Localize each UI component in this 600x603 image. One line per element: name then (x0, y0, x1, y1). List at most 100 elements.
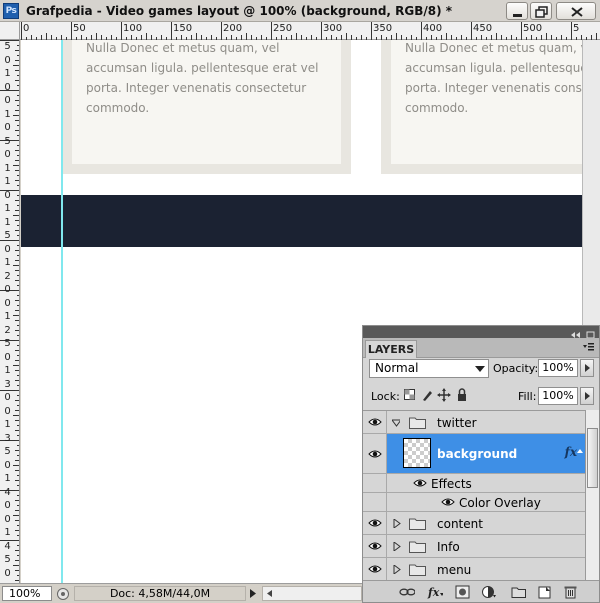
ruler-origin-corner[interactable] (0, 22, 20, 40)
ruler-label: 0 (4, 189, 11, 201)
zoom-level-field[interactable]: 100% (2, 586, 52, 601)
ruler-label: 1 (4, 527, 11, 538)
panel-header-bar[interactable] (363, 326, 599, 339)
restore-button[interactable] (530, 2, 552, 20)
layer-row-background[interactable]: background fx (363, 434, 585, 474)
ruler-label: 5 (4, 554, 11, 565)
ruler-label: 0 (4, 81, 11, 93)
ruler-label: 1 (4, 68, 11, 79)
fill-input[interactable]: 100% (538, 387, 578, 405)
eye-icon (368, 418, 382, 426)
add-mask-icon[interactable] (455, 585, 471, 599)
ruler-label: 0 (4, 122, 11, 133)
layer-row-info[interactable]: Info (363, 535, 585, 558)
layer-row-content[interactable]: content (363, 512, 585, 535)
ruler-label: 5 (573, 23, 580, 34)
ruler-label: 1 (4, 162, 11, 174)
lock-image-pixels-icon[interactable] (420, 388, 434, 402)
content-card: Nulla Donec et metus quam, vel accumsan … (62, 40, 351, 174)
ruler-label: 0 (4, 513, 11, 525)
layer-thumbnail[interactable] (403, 438, 431, 468)
ruler-label: 0 (4, 459, 11, 471)
ruler-label: 0 (23, 23, 30, 34)
ruler-label: 0 (4, 95, 11, 106)
ruler-label: 0 (4, 405, 11, 417)
chevron-right-icon[interactable] (393, 519, 401, 528)
layer-name: Info (437, 540, 460, 554)
scroll-left-arrow-icon[interactable] (264, 587, 276, 600)
dark-header-band (21, 195, 582, 247)
ruler-label: 0 (4, 567, 11, 579)
effects-label: Effects (431, 477, 472, 491)
horizontal-scrollbar[interactable] (262, 586, 362, 601)
minimize-button[interactable] (506, 2, 528, 20)
ruler-label: 4 (4, 486, 11, 498)
lock-transparency-icon[interactable] (403, 388, 417, 402)
ruler-label: 0 (4, 54, 11, 66)
folder-icon (409, 541, 426, 553)
visibility-toggle[interactable] (363, 411, 387, 433)
title-bar[interactable]: Ps Grafpedia - Video games layout @ 100%… (0, 0, 600, 22)
horizontal-ruler[interactable]: 0 50 100 150 200 250 300 350 400 450 500… (0, 22, 600, 40)
eye-icon[interactable] (413, 478, 427, 488)
new-group-folder-icon[interactable] (511, 585, 527, 599)
layer-row-menu[interactable]: menu (363, 558, 585, 580)
eye-icon (368, 450, 382, 458)
restore-icon (535, 6, 548, 18)
layers-scrollbar-thumb[interactable] (587, 428, 598, 488)
ruler-label: 0 (4, 243, 11, 255)
tab-layers[interactable]: LAYERS (365, 340, 417, 358)
trash-icon[interactable] (563, 585, 579, 599)
svg-text:fx: fx (427, 586, 440, 599)
opacity-slider-button[interactable] (580, 359, 594, 377)
ruler-label: 50 (73, 23, 86, 34)
ruler-label: 1 (4, 216, 11, 228)
eye-icon[interactable] (441, 497, 455, 507)
blend-mode-value: Normal (375, 361, 419, 375)
chevron-up-icon[interactable] (576, 447, 584, 455)
layer-name: content (437, 517, 483, 531)
chevron-right-icon[interactable] (393, 565, 401, 574)
ruler-label: 5 (4, 135, 11, 147)
eye-icon (368, 542, 382, 550)
chevron-right-icon[interactable] (393, 542, 401, 551)
lock-position-icon[interactable] (437, 388, 451, 402)
ruler-label: 3 (4, 378, 11, 390)
folder-icon (409, 417, 426, 429)
adjustment-layer-icon[interactable] (481, 585, 497, 599)
status-menu-arrow-icon[interactable] (246, 586, 260, 601)
folder-icon (409, 518, 426, 530)
visibility-toggle[interactable] (363, 512, 387, 534)
close-button[interactable] (556, 2, 596, 20)
color-overlay-row[interactable]: Color Overlay (363, 493, 585, 512)
photoshop-app-icon[interactable]: Ps (3, 3, 19, 19)
ruler-label: 1 (4, 108, 11, 120)
ruler-label: 500 (523, 23, 543, 34)
ruler-label: 1 (4, 203, 11, 214)
opacity-input[interactable]: 100% (538, 359, 578, 377)
guide-line[interactable] (61, 40, 63, 583)
link-layers-icon[interactable] (399, 585, 415, 599)
ruler-label: 3 (4, 432, 11, 444)
layers-scrollbar[interactable] (585, 410, 599, 580)
ruler-label: 1 (4, 257, 11, 268)
panel-menu-icon[interactable] (581, 341, 595, 353)
blend-mode-select[interactable]: Normal (369, 359, 489, 378)
layer-name: menu (437, 563, 472, 577)
new-layer-icon[interactable] (537, 585, 553, 599)
card-text: Nulla Donec et metus quam, vel accumsan … (86, 41, 319, 115)
visibility-toggle[interactable] (363, 535, 387, 557)
layer-row-twitter[interactable]: twitter (363, 411, 585, 434)
lock-all-icon[interactable] (455, 388, 469, 402)
vertical-ruler[interactable]: 5010010501101150120012501300135014001450 (0, 40, 20, 583)
layer-effects-row[interactable]: Effects (363, 474, 585, 493)
visibility-toggle[interactable] (363, 434, 387, 473)
ruler-label: 0 (4, 392, 11, 403)
chevron-down-icon[interactable] (392, 418, 400, 427)
ruler-label: 5 (4, 41, 11, 52)
status-info-icon[interactable] (56, 587, 70, 601)
fill-label: Fill: (518, 390, 537, 403)
fill-slider-button[interactable] (580, 387, 594, 405)
layer-style-fx-icon[interactable]: fx (427, 585, 443, 599)
visibility-toggle[interactable] (363, 558, 387, 580)
